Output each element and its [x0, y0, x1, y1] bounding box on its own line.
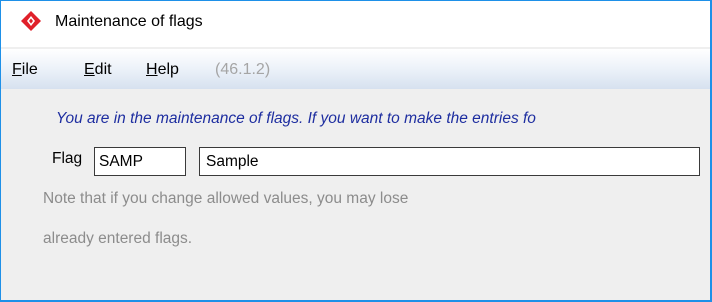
menu-file-label: ile [21, 61, 38, 78]
menu-file[interactable]: File [12, 61, 38, 79]
application-window: Maintenance of flags File Edit Help (46.… [0, 0, 712, 302]
menu-edit-mnemonic: E [84, 61, 95, 78]
content-panel: You are in the maintenance of flags. If … [1, 89, 710, 300]
note-text-line-2: already entered flags. [43, 230, 193, 247]
menu-edit[interactable]: Edit [84, 61, 112, 79]
menu-edit-label: dit [94, 61, 112, 78]
menu-bar: File Edit Help (46.1.2) [1, 49, 710, 89]
info-message: You are in the maintenance of flags. If … [56, 110, 536, 127]
flag-code-input[interactable] [94, 147, 186, 176]
note-text-line-1: Note that if you change allowed values, … [43, 190, 409, 207]
flag-description-input[interactable] [199, 147, 700, 176]
window-title: Maintenance of flags [55, 13, 203, 30]
version-label: (46.1.2) [215, 61, 271, 78]
menu-help[interactable]: Help [146, 61, 179, 79]
flag-label: Flag [52, 150, 83, 167]
app-icon [21, 11, 41, 31]
title-bar[interactable]: Maintenance of flags [1, 1, 710, 47]
menu-help-label: elp [157, 61, 179, 78]
menu-help-mnemonic: H [146, 61, 158, 78]
menu-file-mnemonic: F [12, 61, 22, 78]
